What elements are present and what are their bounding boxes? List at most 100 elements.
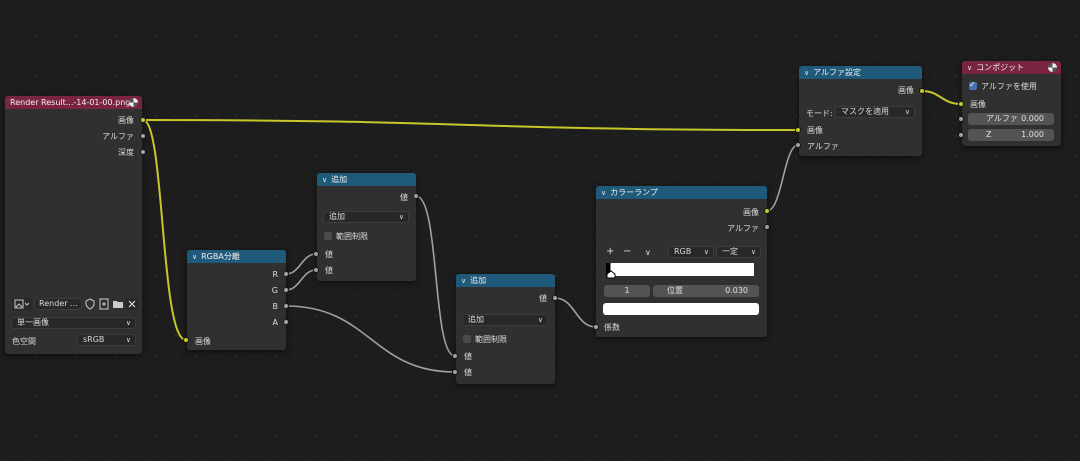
- unlink-close-icon[interactable]: [126, 298, 138, 310]
- input-label-image: 画像: [195, 337, 211, 346]
- color-ramp-alpha-output-socket[interactable]: [764, 224, 770, 230]
- add-bottom-header[interactable]: ∨ 追加: [456, 274, 555, 287]
- link-b-to-add-bottom[interactable]: [285, 305, 456, 373]
- render-image-output-socket[interactable]: [140, 117, 146, 123]
- use-alpha-checkbox[interactable]: [969, 80, 977, 90]
- separate-a-output-socket[interactable]: [283, 319, 289, 325]
- position-field[interactable]: 位置 0.030: [653, 285, 759, 297]
- add-top-input-socket-1[interactable]: [313, 251, 319, 257]
- output-label-alpha: アルファ: [727, 224, 759, 233]
- clamp-checkbox[interactable]: [324, 232, 332, 240]
- add-top-node[interactable]: ∨ 追加 値 追加 ∨ 範囲制限 値 値: [317, 173, 416, 281]
- link-r-to-add-top[interactable]: [285, 253, 317, 275]
- interpolation-select[interactable]: 一定 ∨: [716, 246, 761, 258]
- image-selector[interactable]: Render ...: [12, 298, 138, 311]
- link-g-to-add-top[interactable]: [285, 269, 317, 291]
- input-label-image: 画像: [807, 126, 823, 135]
- set-alpha-header[interactable]: ∨ アルファ設定: [799, 66, 922, 79]
- collapse-chevron-icon[interactable]: ∨: [601, 189, 606, 197]
- add-top-title: 追加: [331, 175, 348, 184]
- collapse-chevron-icon[interactable]: ∨: [804, 69, 809, 77]
- render-result-title: Render Result...-14-01-00.png: [10, 98, 131, 107]
- collapse-chevron-icon[interactable]: ∨: [967, 64, 972, 72]
- add-bottom-input-socket-1[interactable]: [452, 353, 458, 359]
- composite-alpha-input-socket[interactable]: [958, 116, 964, 122]
- color-ramp-node[interactable]: ∨ カラーランプ 画像 アルファ + − ∨ RGB ∨ 一定 ∨ 1 位置 0…: [596, 186, 767, 337]
- render-alpha-output-socket[interactable]: [140, 133, 146, 139]
- set-alpha-image-input-socket[interactable]: [795, 127, 801, 133]
- add-top-header[interactable]: ∨ 追加: [317, 173, 416, 186]
- composite-preview-icon: [1048, 63, 1057, 72]
- add-top-input-socket-2[interactable]: [313, 267, 319, 273]
- output-label-image: 画像: [743, 208, 759, 217]
- input-label-value-1: 値: [464, 352, 472, 361]
- color-ramp-factor-input-socket[interactable]: [593, 324, 599, 330]
- image-source-value: 単一画像: [17, 318, 49, 327]
- set-alpha-alpha-input-socket[interactable]: [795, 142, 801, 148]
- link-add-top-to-add-bottom[interactable]: [415, 195, 456, 357]
- add-bottom-output-socket[interactable]: [552, 295, 558, 301]
- separate-image-input-socket[interactable]: [183, 337, 189, 343]
- separate-g-output-socket[interactable]: [283, 287, 289, 293]
- add-bottom-node[interactable]: ∨ 追加 値 追加 ∨ 範囲制限 値 値: [456, 274, 555, 384]
- separate-rgba-node[interactable]: ∨ RGBA分離 R G B A 画像: [187, 250, 286, 350]
- separate-rgba-header[interactable]: ∨ RGBA分離: [187, 250, 286, 263]
- open-folder-icon[interactable]: [112, 298, 124, 310]
- clamp-checkbox[interactable]: [463, 335, 471, 343]
- composite-z-input-socket[interactable]: [958, 132, 964, 138]
- separate-r-output-socket[interactable]: [283, 271, 289, 277]
- mode-select[interactable]: マスクを適用 ∨: [835, 106, 915, 118]
- clamp-label: 範囲制限: [336, 232, 368, 241]
- set-alpha-image-output-socket[interactable]: [919, 88, 925, 94]
- operation-select[interactable]: 追加 ∨: [323, 211, 409, 223]
- output-label-depth: 深度: [118, 148, 134, 157]
- chevron-down-icon: ∨: [703, 248, 709, 256]
- render-result-header[interactable]: Render Result...-14-01-00.png: [5, 96, 142, 109]
- remove-stop-button[interactable]: −: [623, 246, 631, 257]
- link-add-bottom-to-color-ramp[interactable]: [554, 297, 597, 328]
- output-label-a: A: [272, 318, 278, 327]
- link-color-ramp-to-set-alpha[interactable]: [766, 144, 799, 212]
- collapse-chevron-icon[interactable]: ∨: [461, 277, 466, 285]
- ramp-stop-marker-icon[interactable]: [606, 270, 616, 279]
- add-stop-button[interactable]: +: [606, 246, 614, 257]
- operation-select[interactable]: 追加 ∨: [462, 314, 548, 326]
- new-image-icon[interactable]: [98, 298, 110, 310]
- input-label-value-2: 値: [464, 368, 472, 377]
- composite-image-input-socket[interactable]: [958, 101, 964, 107]
- link-image-to-separate-rgba[interactable]: [142, 119, 187, 341]
- color-ramp-image-output-socket[interactable]: [764, 208, 770, 214]
- colorspace-select[interactable]: sRGB ∨: [77, 334, 136, 346]
- chevron-down-icon: ∨: [904, 108, 910, 116]
- link-set-alpha-to-composite[interactable]: [921, 90, 962, 105]
- color-ramp-header[interactable]: ∨ カラーランプ: [596, 186, 767, 199]
- separate-b-output-socket[interactable]: [283, 303, 289, 309]
- alpha-value-field[interactable]: アルファ 0.000: [968, 113, 1054, 125]
- add-top-output-socket[interactable]: [413, 193, 419, 199]
- composite-node[interactable]: ∨ コンポジット アルファを使用 画像 アルファ 0.000 Z 1.000: [962, 61, 1061, 146]
- position-value: 0.030: [725, 286, 748, 295]
- mode-label: モード:: [806, 109, 833, 118]
- color-ramp-gradient[interactable]: [606, 263, 754, 276]
- link-image-to-set-alpha[interactable]: [142, 119, 799, 131]
- image-source-select[interactable]: 単一画像 ∨: [11, 317, 136, 329]
- render-depth-output-socket[interactable]: [140, 149, 146, 155]
- collapse-chevron-icon[interactable]: ∨: [322, 176, 327, 184]
- active-stop-index-field[interactable]: 1: [604, 285, 650, 297]
- collapse-chevron-icon[interactable]: ∨: [192, 253, 197, 261]
- render-result-node[interactable]: Render Result...-14-01-00.png 画像 アルファ 深度…: [5, 96, 142, 354]
- color-mode-select[interactable]: RGB ∨: [668, 246, 714, 258]
- color-mode-value: RGB: [674, 247, 692, 256]
- chevron-down-icon: ∨: [537, 316, 543, 324]
- fake-user-shield-icon[interactable]: [84, 298, 96, 310]
- mode-value: マスクを適用: [841, 107, 889, 116]
- set-alpha-node[interactable]: ∨ アルファ設定 画像 モード: マスクを適用 ∨ 画像 アルファ: [799, 66, 922, 156]
- add-bottom-input-socket-2[interactable]: [452, 369, 458, 375]
- active-stop-color-swatch[interactable]: [603, 303, 759, 315]
- z-value-field[interactable]: Z 1.000: [968, 129, 1054, 141]
- image-browse-icon[interactable]: [12, 298, 32, 310]
- composite-header[interactable]: ∨ コンポジット: [962, 61, 1061, 74]
- input-label-factor: 係数: [604, 323, 620, 332]
- ramp-menu-button[interactable]: ∨: [645, 248, 651, 257]
- image-name-field[interactable]: Render ...: [34, 298, 82, 310]
